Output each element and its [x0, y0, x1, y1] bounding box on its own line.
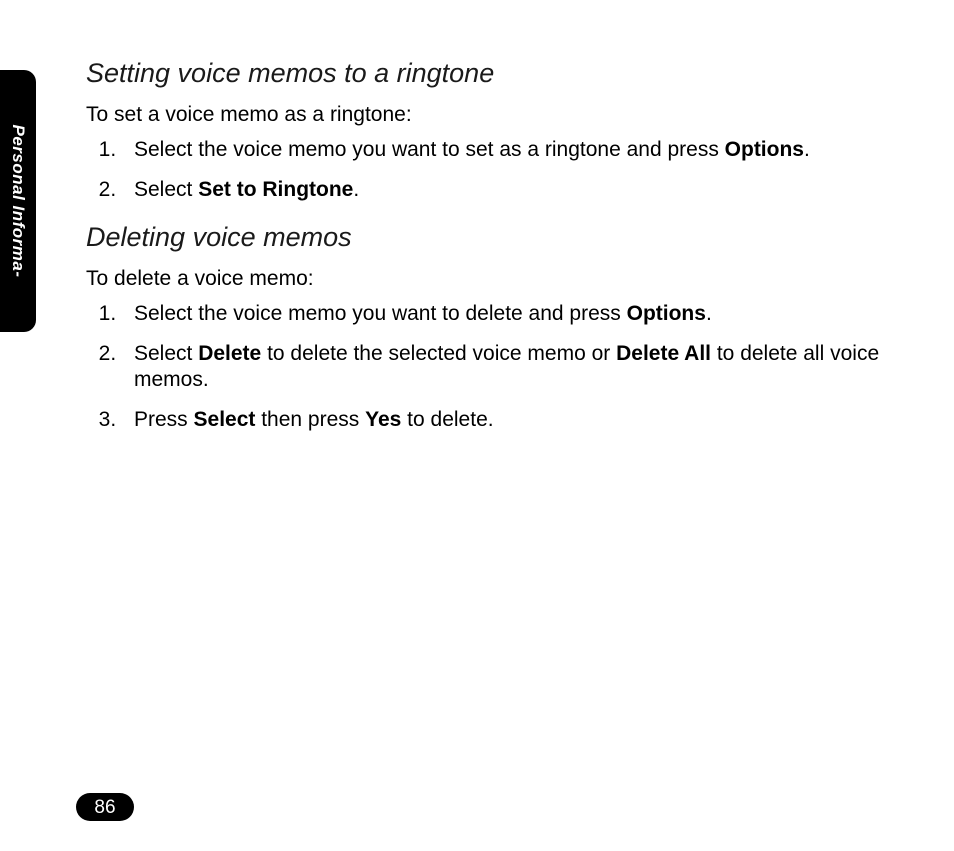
step-bold-term: Delete All [616, 342, 711, 365]
step-text: to delete the selected voice memo or [261, 342, 616, 365]
step-item: Select Set to Ringtone. [122, 177, 894, 203]
step-item: Press Select then press Yes to delete. [122, 407, 894, 433]
step-item: Select Delete to delete the selected voi… [122, 341, 894, 394]
step-text: Press [134, 408, 194, 431]
step-text: . [804, 138, 810, 161]
step-text: Select the voice memo you want to set as… [134, 138, 725, 161]
page-number: 86 [94, 798, 115, 817]
section-intro: To set a voice memo as a ringtone: [86, 103, 894, 127]
steps-list-deleting: Select the voice memo you want to delete… [86, 301, 894, 434]
step-text: Select [134, 342, 198, 365]
step-bold-term: Options [725, 138, 804, 161]
step-bold-term: Options [627, 302, 706, 325]
step-bold-term: Select [194, 408, 256, 431]
step-text: Select [134, 178, 198, 201]
steps-list-setting-ringtone: Select the voice memo you want to set as… [86, 137, 894, 204]
step-text: Select the voice memo you want to delete… [134, 302, 627, 325]
section-heading-deleting: Deleting voice memos [86, 222, 894, 253]
section-intro: To delete a voice memo: [86, 267, 894, 291]
chapter-side-tab-label: Personal Informa- [8, 124, 28, 277]
step-text: . [353, 178, 359, 201]
step-bold-term: Set to Ringtone [198, 178, 353, 201]
step-bold-term: Delete [198, 342, 261, 365]
step-item: Select the voice memo you want to delete… [122, 301, 894, 327]
page-number-badge: 86 [76, 793, 134, 821]
step-text: then press [255, 408, 365, 431]
step-text: . [706, 302, 712, 325]
step-bold-term: Yes [365, 408, 401, 431]
chapter-side-tab: Personal Informa- [0, 70, 36, 332]
page-content: Setting voice memos to a ringtone To set… [86, 58, 894, 452]
step-text: to delete. [401, 408, 493, 431]
step-item: Select the voice memo you want to set as… [122, 137, 894, 163]
section-heading-setting-ringtone: Setting voice memos to a ringtone [86, 58, 894, 89]
